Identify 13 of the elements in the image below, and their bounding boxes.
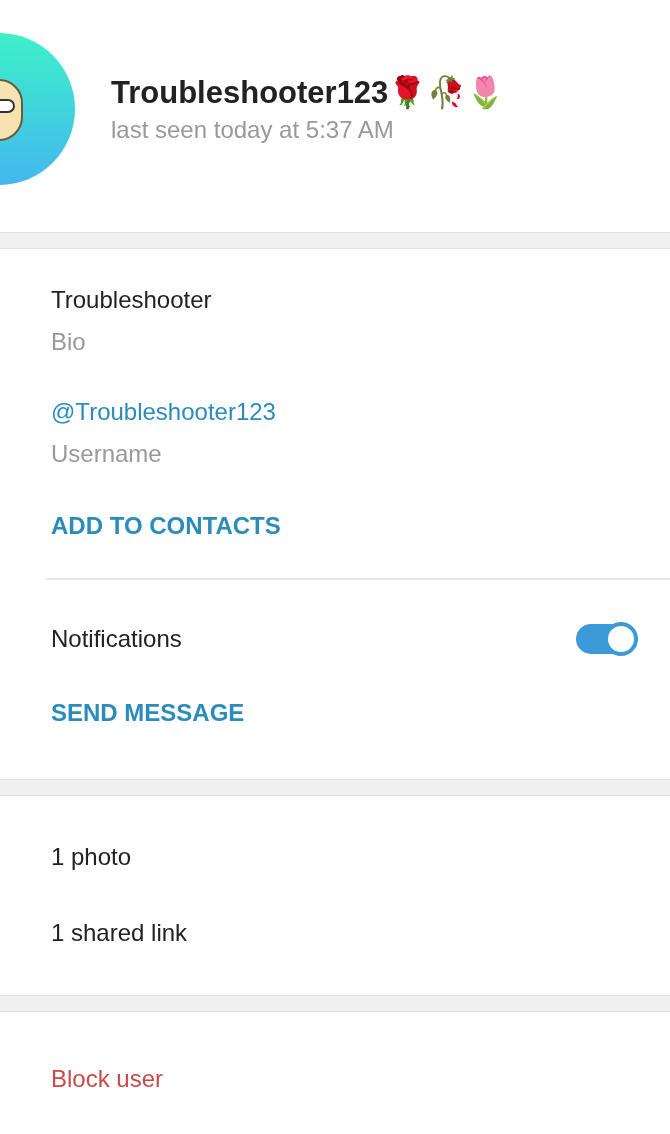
username-label: Username (51, 439, 163, 469)
notifications-toggle[interactable] (576, 624, 636, 654)
media-list-item[interactable]: 1 photo (51, 842, 670, 872)
block-user-button[interactable]: Block user (51, 1064, 164, 1094)
username-link[interactable]: @Troubleshooter123 (51, 397, 670, 427)
notifications-label: Notifications (51, 624, 182, 654)
bio-value: Troubleshooter (51, 285, 213, 315)
send-message-button[interactable]: SEND MESSAGE (51, 698, 245, 728)
bio-label: Bio (51, 327, 87, 357)
add-to-contacts-button[interactable]: ADD TO CONTACTS (51, 511, 281, 541)
media-list-item[interactable]: 1 shared link (51, 918, 670, 948)
last-seen-status: last seen today at 5:37 AM (111, 117, 395, 142)
profile-name: Troubleshooter123🌹🥀🌷 (111, 76, 506, 108)
